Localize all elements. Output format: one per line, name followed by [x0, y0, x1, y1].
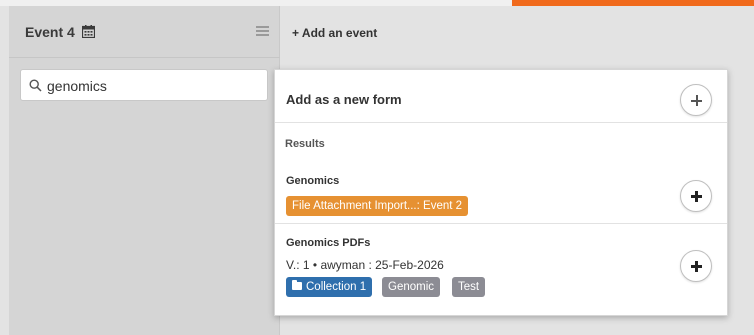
folder-icon: [292, 280, 302, 290]
search-box: [20, 69, 268, 101]
popup-title: Add as a new form: [286, 92, 402, 107]
popup-header: Add as a new form: [275, 70, 727, 123]
add-new-form-button[interactable]: [680, 84, 712, 116]
left-gutter: [0, 6, 9, 335]
event-header: Event 4: [9, 6, 280, 58]
results-label: Results: [285, 138, 325, 150]
collection-tag: Collection 1: [286, 277, 373, 297]
result-item[interactable]: Genomics PDFs V.: 1 • awyman : 25-Feb-20…: [275, 225, 727, 315]
add-result-button[interactable]: [680, 180, 712, 212]
calendar-icon: [81, 25, 95, 38]
add-form-popup: Add as a new form Results Genomics File …: [274, 69, 728, 316]
result-item[interactable]: Genomics File Attachment Import...: Even…: [275, 161, 727, 224]
event-title: Event 4: [25, 24, 95, 40]
tag-genomic: Genomic: [382, 277, 441, 297]
search-icon: [29, 79, 42, 92]
result-title: Genomics: [286, 175, 340, 187]
result-title: Genomics PDFs: [286, 237, 371, 249]
hamburger-menu-icon[interactable]: [256, 26, 269, 36]
event-badge: File Attachment Import...: Event 2: [286, 196, 469, 216]
tag-test: Test: [452, 277, 486, 297]
event-title-label: Event 4: [25, 24, 75, 40]
result-meta: V.: 1 • awyman : 25-Feb-2026: [286, 258, 444, 272]
add-event-button[interactable]: + Add an event: [292, 26, 377, 40]
search-input[interactable]: [47, 76, 262, 96]
add-result-button[interactable]: [680, 250, 712, 282]
collection-tag-label: Collection 1: [306, 281, 367, 293]
